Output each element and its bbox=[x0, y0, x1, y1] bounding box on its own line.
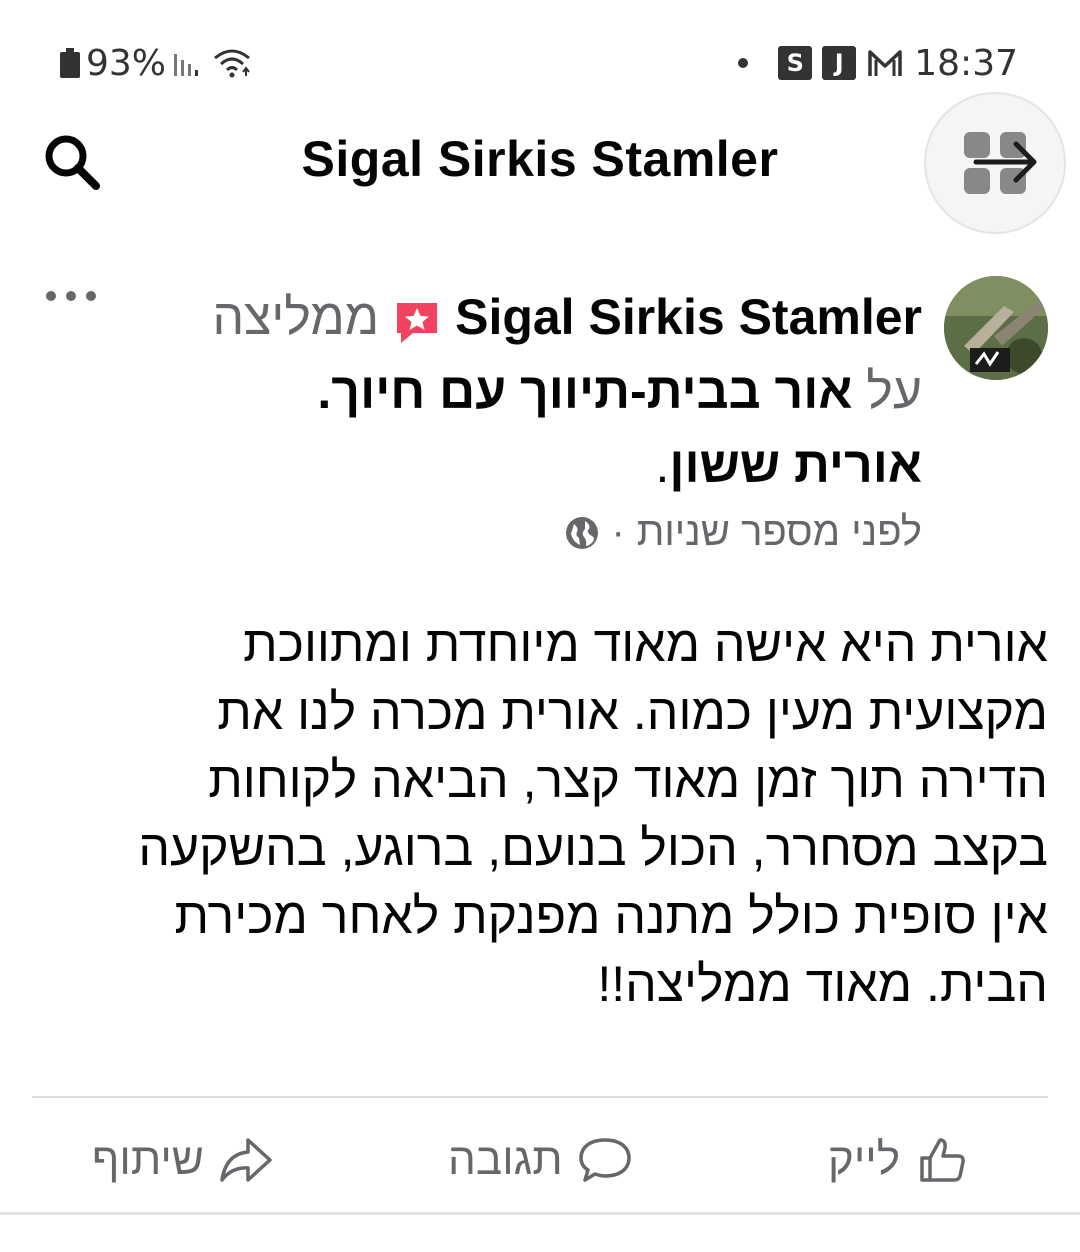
divider bbox=[32, 1096, 1048, 1098]
switch-profile-button[interactable] bbox=[924, 92, 1066, 234]
author-name[interactable]: Sigal Sirkis Stamler bbox=[455, 289, 922, 345]
post-meta: לפני מספר שניות · bbox=[565, 510, 922, 555]
avatar[interactable] bbox=[944, 276, 1048, 380]
like-button[interactable]: לייק bbox=[828, 1120, 970, 1200]
mail-icon bbox=[868, 50, 902, 76]
like-label: לייק bbox=[827, 1135, 900, 1184]
body-line: הבית. מאוד ממליצה!! bbox=[597, 956, 1048, 1012]
share-label: שיתוף bbox=[92, 1135, 204, 1184]
notification-dot-icon bbox=[738, 58, 749, 68]
page-title: Sigal Sirkis Stamler bbox=[301, 131, 779, 187]
meta-separator: · bbox=[611, 510, 625, 554]
body-line: אין סופית כולל מתנה מפנקת לאחר מכירת bbox=[174, 888, 1049, 944]
timestamp[interactable]: לפני מספר שניות bbox=[637, 510, 922, 555]
battery-level: 93% bbox=[86, 42, 167, 84]
notification-badge-s: S bbox=[778, 46, 813, 80]
status-left: 93% bbox=[60, 40, 252, 86]
clock: 18:37 bbox=[914, 42, 1018, 84]
body-line: אורית היא אישה מאוד מיוחדת ומתווכת bbox=[243, 616, 1048, 672]
globe-icon bbox=[566, 516, 599, 549]
post-body: אורית היא אישה מאוד מיוחדת ומתווכת מקצוע… bbox=[48, 610, 1048, 1018]
signal-icon bbox=[174, 54, 199, 76]
post-actions: לייק תגובה שיתוף bbox=[0, 1110, 1080, 1210]
page-header: Sigal Sirkis Stamler bbox=[0, 90, 1080, 234]
share-icon bbox=[220, 1138, 272, 1182]
comment-label: תגובה bbox=[448, 1135, 563, 1184]
body-line: מקצועית מעין כמוה. אורית מכרה לנו את bbox=[217, 684, 1048, 740]
wifi-icon bbox=[214, 49, 250, 78]
agent-name-link[interactable]: אורית ששון bbox=[669, 437, 922, 493]
like-icon bbox=[920, 1138, 965, 1182]
status-right: S J 18:37 bbox=[738, 40, 1018, 86]
body-line: הדירה תוך זמן מאוד קצר, הביאה לקוחות bbox=[208, 752, 1048, 808]
agent-suffix: . bbox=[655, 437, 670, 493]
notification-badge-j: J bbox=[822, 46, 857, 80]
body-line: בקצב מסחרר, הכול בנועם, ברוגע, בהשקעה bbox=[138, 820, 1048, 876]
avatar-image bbox=[944, 276, 1048, 380]
share-button[interactable]: שיתוף bbox=[92, 1120, 274, 1200]
recommends-label: ממליצה bbox=[212, 289, 380, 345]
post-header: Sigal Sirkis Stamler ממליצה על אור בבית-… bbox=[42, 280, 922, 502]
switch-profile-icon bbox=[964, 132, 1037, 194]
on-label: על bbox=[866, 363, 922, 419]
comment-icon bbox=[578, 1138, 631, 1182]
page-link[interactable]: אור בבית-תיווך עם חיוך. bbox=[317, 363, 852, 419]
bottom-divider bbox=[0, 1212, 1080, 1215]
comment-button[interactable]: תגובה bbox=[448, 1120, 633, 1200]
battery-icon bbox=[60, 48, 80, 78]
recommend-icon bbox=[391, 295, 443, 347]
